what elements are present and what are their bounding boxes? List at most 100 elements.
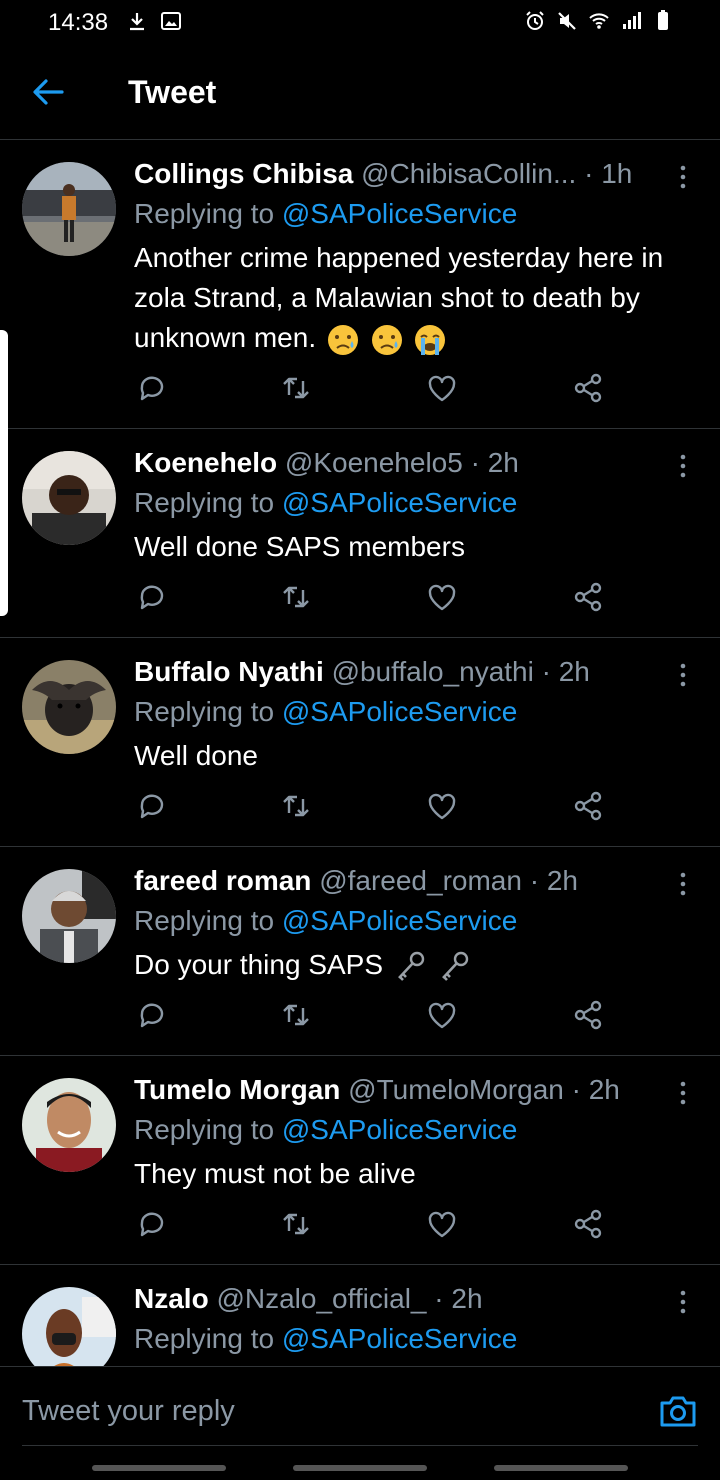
avatar[interactable] <box>22 869 116 963</box>
tweet-actions <box>134 999 614 1033</box>
tweet-actions <box>134 372 614 406</box>
tweet-header: Collings Chibisa @ChibisaCollin... · 1h <box>134 154 680 194</box>
retweet-button[interactable] <box>280 372 312 404</box>
more-options-icon[interactable] <box>668 1287 698 1317</box>
author-handle[interactable]: @ChibisaCollin... <box>361 158 576 189</box>
avatar-image <box>22 660 116 754</box>
more-options-icon[interactable] <box>668 869 698 899</box>
replying-prefix: Replying to <box>134 1114 282 1145</box>
avatar[interactable] <box>22 1287 116 1366</box>
like-button[interactable] <box>426 581 458 613</box>
replying-to-link[interactable]: @SAPoliceService <box>282 696 517 727</box>
share-button[interactable] <box>572 790 604 822</box>
status-right-icons <box>524 10 674 32</box>
share-button[interactable] <box>572 1208 604 1240</box>
author-name[interactable]: Tumelo Morgan <box>134 1074 340 1105</box>
tweet-text: Another crime happened yesterday here in… <box>134 238 680 358</box>
arrow-left-icon[interactable] <box>28 72 68 112</box>
retweet-button[interactable] <box>280 1208 312 1240</box>
like-button[interactable] <box>426 999 458 1031</box>
reply-button[interactable] <box>136 790 168 822</box>
tweet-body: Buffalo Nyathi @buffalo_nyathi · 2h Repl… <box>134 652 680 776</box>
more-options-icon[interactable] <box>668 1078 698 1108</box>
tweet-item[interactable]: Tumelo Morgan @TumeloMorgan · 2h Replyin… <box>0 1056 720 1265</box>
more-options-icon[interactable] <box>668 451 698 481</box>
edge-panel-handle[interactable] <box>0 330 8 616</box>
author-name[interactable]: fareed roman <box>134 865 311 896</box>
reply-input[interactable]: Tweet your reply <box>22 1395 235 1428</box>
system-nav-bar <box>0 1465 720 1473</box>
replying-to-link[interactable]: @SAPoliceService <box>282 487 517 518</box>
reply-icon <box>140 1003 164 1028</box>
tweet-item[interactable]: fareed roman @fareed_roman · 2h Replying… <box>0 847 720 1056</box>
tweet-item[interactable]: Buffalo Nyathi @buffalo_nyathi · 2h Repl… <box>0 638 720 847</box>
tweet-item[interactable]: Collings Chibisa @ChibisaCollin... · 1h … <box>0 140 720 429</box>
more-options-icon[interactable] <box>668 660 698 690</box>
replying-prefix: Replying to <box>134 696 282 727</box>
author-handle[interactable]: @fareed_roman <box>319 865 522 896</box>
mute-icon <box>558 12 576 30</box>
replying-to-link[interactable]: @SAPoliceService <box>282 1114 517 1145</box>
like-button[interactable] <box>426 1208 458 1240</box>
reply-button[interactable] <box>136 999 168 1031</box>
retweet-icon <box>283 586 309 608</box>
retweet-button[interactable] <box>280 581 312 613</box>
avatar[interactable] <box>22 660 116 754</box>
replying-to-link[interactable]: @SAPoliceService <box>282 1323 517 1354</box>
tweet-body: Tumelo Morgan @TumeloMorgan · 2h Replyin… <box>134 1070 680 1194</box>
download-icon <box>130 13 144 31</box>
separator-dot: · <box>529 865 540 896</box>
tweet-text: They must not be alive <box>134 1158 416 1189</box>
avatar-image <box>22 1078 116 1172</box>
like-icon <box>428 793 456 820</box>
like-icon <box>428 584 456 611</box>
more-options-icon[interactable] <box>668 162 698 192</box>
camera-icon[interactable] <box>658 1391 698 1431</box>
tweet-body: Koenehelo @Koenehelo5 · 2h Replying to @… <box>134 443 680 567</box>
tweet-body: fareed roman @fareed_roman · 2h Replying… <box>134 861 680 985</box>
avatar[interactable] <box>22 451 116 545</box>
nav-home-button[interactable] <box>293 1465 427 1471</box>
retweet-icon <box>283 1004 309 1026</box>
loudly-crying-face-icon <box>415 324 446 355</box>
tweet-text-content: Do your thing SAPS <box>134 949 384 980</box>
tweet-actions <box>134 790 614 824</box>
sad-relieved-face-icon <box>371 324 402 355</box>
avatar[interactable] <box>22 162 116 256</box>
composer-divider <box>22 1445 698 1446</box>
author-name[interactable]: Buffalo Nyathi <box>134 656 324 687</box>
author-name[interactable]: Nzalo <box>134 1283 209 1314</box>
share-button[interactable] <box>572 372 604 404</box>
share-button[interactable] <box>572 581 604 613</box>
reply-button[interactable] <box>136 1208 168 1240</box>
author-name[interactable]: Collings Chibisa <box>134 158 353 189</box>
retweet-button[interactable] <box>280 999 312 1031</box>
author-handle[interactable]: @Nzalo_official_ <box>216 1283 426 1314</box>
avatar-image <box>22 451 116 545</box>
page-title: Tweet <box>128 74 217 110</box>
like-button[interactable] <box>426 372 458 404</box>
tweet-item[interactable]: Nzalo @Nzalo_official_ · 2h Replying to … <box>0 1265 720 1366</box>
image-icon <box>161 12 181 30</box>
nav-recents-button[interactable] <box>92 1465 226 1471</box>
like-button[interactable] <box>426 790 458 822</box>
nav-back-button[interactable] <box>494 1465 628 1471</box>
replying-to-link[interactable]: @SAPoliceService <box>282 905 517 936</box>
tweet-body: Nzalo @Nzalo_official_ · 2h Replying to … <box>134 1279 680 1363</box>
reply-feed[interactable]: Collings Chibisa @ChibisaCollin... · 1h … <box>0 140 720 1366</box>
tweet-actions <box>134 1208 614 1242</box>
author-name[interactable]: Koenehelo <box>134 447 277 478</box>
author-handle[interactable]: @Koenehelo5 <box>285 447 463 478</box>
reply-button[interactable] <box>136 581 168 613</box>
retweet-button[interactable] <box>280 790 312 822</box>
share-button[interactable] <box>572 999 604 1031</box>
replying-to-link[interactable]: @SAPoliceService <box>282 198 517 229</box>
status-bar: 14:38 <box>0 0 720 44</box>
separator-dot: · <box>434 1283 444 1314</box>
reply-button[interactable] <box>136 372 168 404</box>
author-handle[interactable]: @buffalo_nyathi <box>332 656 534 687</box>
avatar[interactable] <box>22 1078 116 1172</box>
author-handle[interactable]: @TumeloMorgan <box>348 1074 564 1105</box>
tweet-item[interactable]: Koenehelo @Koenehelo5 · 2h Replying to @… <box>0 429 720 638</box>
tweet-header: Koenehelo @Koenehelo5 · 2h <box>134 443 680 483</box>
